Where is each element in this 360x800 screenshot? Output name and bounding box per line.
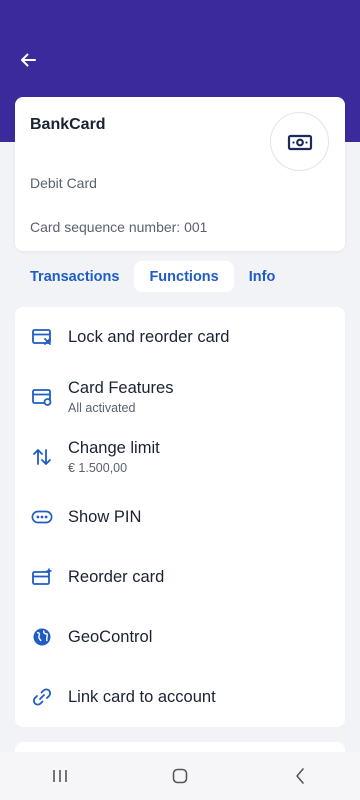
recent-apps-icon <box>53 770 67 782</box>
home-icon <box>172 768 188 784</box>
card-type: Debit Card <box>30 175 97 191</box>
system-back-icon <box>296 768 304 784</box>
home-button[interactable] <box>160 756 200 796</box>
item-label: GeoControl <box>68 627 153 646</box>
item-text: Lock and reorder card <box>68 328 229 347</box>
item-text: Link card to account <box>68 688 216 707</box>
item-label: Show PIN <box>68 507 142 526</box>
card-features-item[interactable]: Card Features All activated <box>15 367 345 427</box>
arrows-up-down-icon <box>31 446 53 468</box>
card-badge <box>270 112 329 171</box>
item-label: Reorder card <box>68 567 165 586</box>
back-button[interactable] <box>14 46 42 74</box>
change-limit-item[interactable]: Change limit € 1.500,00 <box>15 427 345 487</box>
item-label: Change limit <box>68 439 160 457</box>
link-card-account-item[interactable]: Link card to account <box>15 667 345 727</box>
recent-apps-button[interactable] <box>40 756 80 796</box>
item-text: Show PIN <box>68 508 141 527</box>
item-sublabel: All activated <box>68 401 136 415</box>
item-label: Card Features <box>68 379 174 397</box>
card-settings-icon <box>31 386 53 408</box>
system-back-button[interactable] <box>280 756 320 796</box>
functions-list: Lock and reorder card Card Features All … <box>15 307 345 727</box>
card-title: BankCard <box>30 116 106 133</box>
item-text: GeoControl <box>68 628 152 647</box>
bank-card-summary: BankCard Debit Card Card sequence number… <box>15 97 345 251</box>
item-label: Lock and reorder card <box>68 327 230 346</box>
show-pin-item[interactable]: Show PIN <box>15 487 345 547</box>
item-text: Reorder card <box>68 568 164 587</box>
globe-icon <box>31 626 53 648</box>
item-label: Link card to account <box>68 687 216 706</box>
card-lock-icon <box>31 326 53 348</box>
item-text: Change limit € 1.500,00 <box>68 439 160 475</box>
tab-info[interactable]: Info <box>234 261 291 292</box>
banknote-icon <box>287 134 312 150</box>
geocontrol-item[interactable]: GeoControl <box>15 607 345 667</box>
card-sequence-number: Card sequence number: 001 <box>30 219 208 235</box>
tab-bar: Transactions Functions Info <box>15 261 290 292</box>
link-icon <box>31 686 53 708</box>
arrow-left-icon <box>21 53 36 67</box>
pin-dots-icon <box>31 506 53 528</box>
lock-reorder-card-item[interactable]: Lock and reorder card <box>15 307 345 367</box>
system-navigation-bar <box>0 752 360 800</box>
tab-transactions[interactable]: Transactions <box>15 261 134 292</box>
item-sublabel: € 1.500,00 <box>68 461 128 475</box>
card-sparkle-icon <box>31 566 53 588</box>
item-text: Card Features All activated <box>68 379 173 415</box>
tab-functions[interactable]: Functions <box>134 261 234 292</box>
reorder-card-item[interactable]: Reorder card <box>15 547 345 607</box>
